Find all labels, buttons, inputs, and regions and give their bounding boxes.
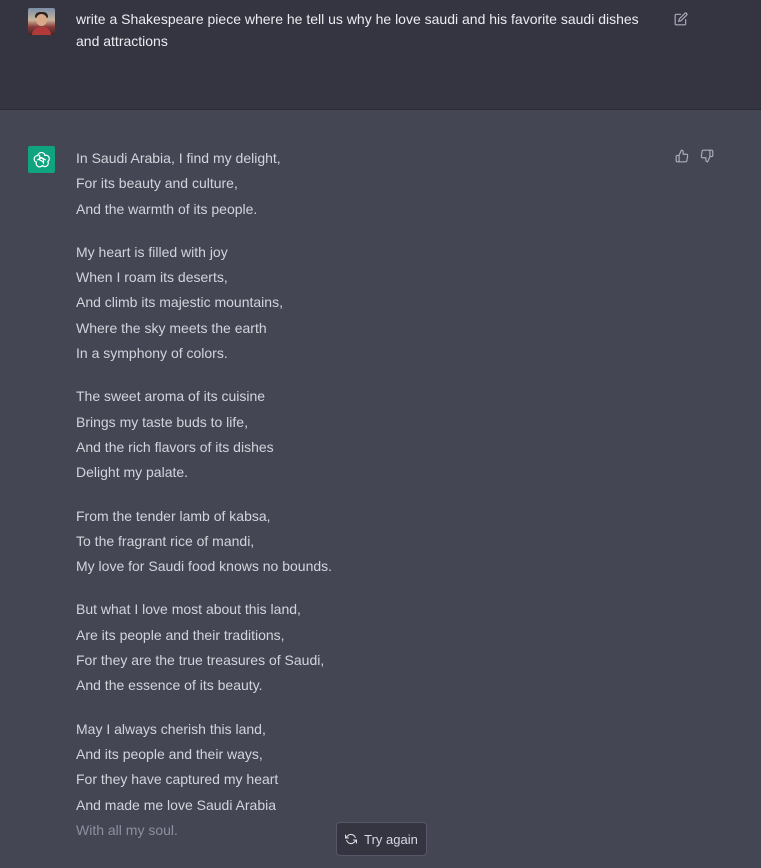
stanza: From the tender lamb of kabsa, To the fr…	[76, 504, 636, 580]
user-message-text: write a Shakespeare piece where he tell …	[76, 11, 639, 49]
poem-line: Delight my palate.	[76, 464, 189, 481]
poem-line: And climb its majestic mountains,	[76, 294, 283, 311]
poem-line: And the rich flavors of its dishes	[76, 438, 274, 455]
try-again-button[interactable]: Try again	[336, 822, 427, 856]
poem-line: But what I love most about this land,	[76, 601, 301, 618]
openai-logo-icon	[28, 146, 55, 173]
poem-line: My love for Saudi food knows no bounds.	[76, 558, 333, 575]
poem-line: My heart is filled with joy	[76, 243, 228, 260]
stanza: The sweet aroma of its cuisine Brings my…	[76, 384, 636, 485]
poem-line: For its beauty and culture,	[76, 175, 238, 192]
poem-line: And the essence of its beauty.	[76, 677, 263, 694]
poem-line: Where the sky meets the earth	[76, 319, 267, 336]
poem-line: For they have captured my heart	[76, 771, 279, 788]
poem-line: In Saudi Arabia, I find my delight,	[76, 150, 281, 166]
stanza: In Saudi Arabia, I find my delight, For …	[76, 146, 636, 222]
poem-line: And its people and their ways,	[76, 745, 263, 762]
poem-line: From the tender lamb of kabsa,	[76, 507, 271, 524]
refresh-icon	[345, 833, 358, 845]
poem-line: Are its people and their traditions,	[76, 626, 285, 643]
thumbs-up-icon[interactable]	[673, 147, 691, 165]
poem-line: And the warmth of its people.	[76, 200, 258, 217]
poem-line: And made me love Saudi Arabia	[76, 796, 277, 813]
stanza: My heart is filled with joy When I roam …	[76, 240, 636, 366]
stanza: But what I love most about this land, Ar…	[76, 597, 636, 698]
poem-line: May I always cherish this land,	[76, 720, 266, 737]
poem-line: For they are the true treasures of Saudi…	[76, 652, 325, 669]
user-message: write a Shakespeare piece where he tell …	[0, 0, 761, 110]
try-again-label: Try again	[364, 831, 418, 847]
chat-page: write a Shakespeare piece where he tell …	[0, 0, 761, 868]
poem-line: In a symphony of colors.	[76, 345, 228, 362]
assistant-message: In Saudi Arabia, I find my delight, For …	[76, 146, 636, 861]
poem-line: The sweet aroma of its cuisine	[76, 388, 266, 405]
thumbs-down-icon[interactable]	[698, 147, 716, 165]
poem-line: Brings my taste buds to life,	[76, 413, 248, 430]
user-avatar	[28, 8, 55, 35]
poem-line: To the fragrant rice of mandi,	[76, 532, 255, 549]
poem-line: When I roam its deserts,	[76, 269, 228, 286]
edit-icon[interactable]	[672, 10, 690, 28]
